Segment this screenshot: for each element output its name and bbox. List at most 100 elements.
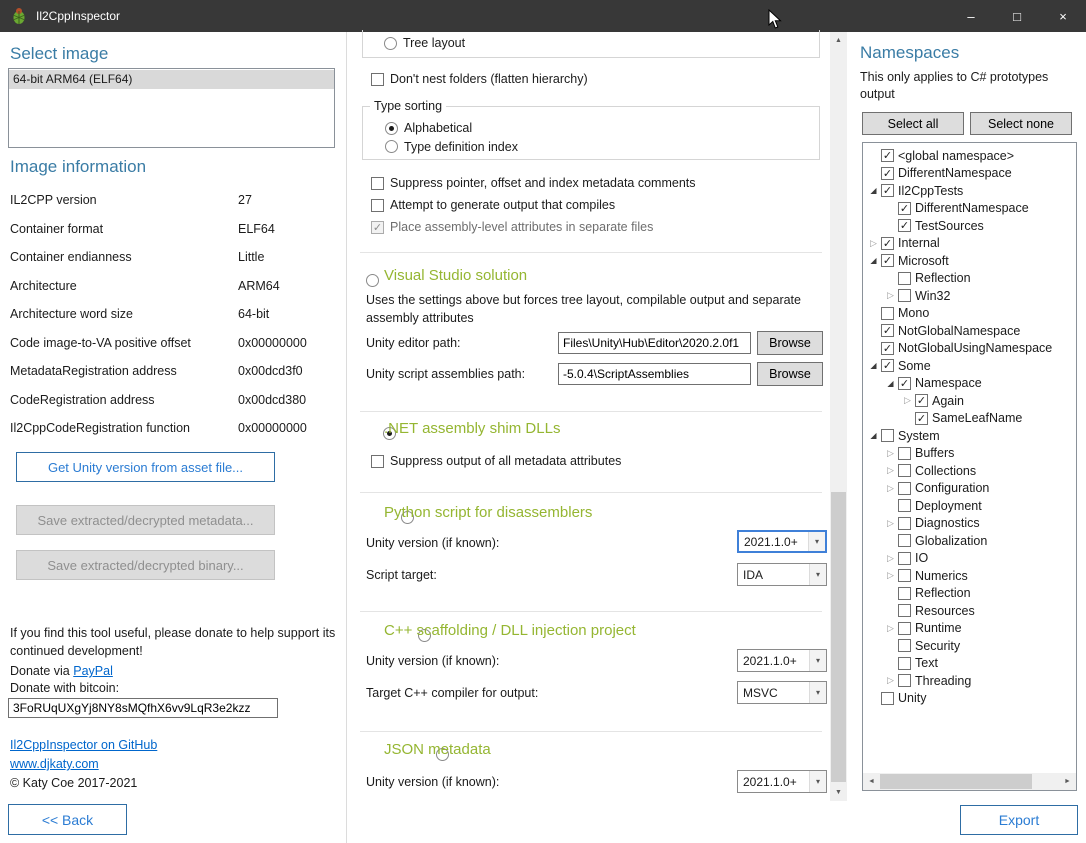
expander-collapsed-icon[interactable]: ▷ — [883, 623, 898, 634]
expander-expanded-icon[interactable]: ◢ — [866, 186, 881, 195]
radio-button[interactable] — [384, 37, 397, 50]
suppress-attributes-checkbox-option[interactable]: Suppress output of all metadata attribut… — [371, 454, 621, 468]
checkbox-option[interactable]: Suppress pointer, offset and index metad… — [371, 172, 696, 194]
cpp-unity-version-combo[interactable]: 2021.1.0+ ▾ — [737, 649, 827, 672]
tree-item[interactable]: ▷Collections — [863, 462, 1076, 480]
paypal-link[interactable]: PayPal — [73, 664, 113, 678]
radio-button[interactable] — [385, 122, 398, 135]
tree-checkbox[interactable]: ✓ — [898, 202, 911, 215]
checkbox[interactable] — [371, 73, 384, 86]
checkbox-option[interactable]: Attempt to generate output that compiles — [371, 194, 696, 216]
tree-checkbox[interactable] — [881, 692, 894, 705]
expander-expanded-icon[interactable]: ◢ — [866, 361, 881, 370]
script-target-combo[interactable]: IDA ▾ — [737, 563, 827, 586]
tree-checkbox[interactable]: ✓ — [898, 219, 911, 232]
expander-expanded-icon[interactable]: ◢ — [866, 256, 881, 265]
tree-item[interactable]: ✓<global namespace> — [863, 147, 1076, 165]
tree-item[interactable]: ◢System — [863, 427, 1076, 445]
checkbox-option[interactable]: ✓Place assembly-level attributes in sepa… — [371, 216, 696, 238]
type-sorting-radio-option[interactable]: Type definition index — [385, 138, 518, 157]
tree-checkbox[interactable] — [898, 534, 911, 547]
tree-item[interactable]: Unity — [863, 690, 1076, 708]
tree-checkbox[interactable]: ✓ — [898, 377, 911, 390]
namespace-tree[interactable]: ✓<global namespace>✓DifferentNamespace◢✓… — [862, 142, 1077, 791]
json-metadata-header[interactable]: JSON metadata — [384, 741, 491, 758]
website-link[interactable]: www.djkaty.com — [10, 757, 99, 771]
visual-studio-solution-radio[interactable] — [366, 274, 379, 287]
tree-layout-radio-option[interactable]: Tree layout — [384, 36, 465, 50]
tree-checkbox[interactable] — [898, 517, 911, 530]
close-button[interactable]: × — [1040, 0, 1086, 32]
tree-checkbox[interactable] — [898, 674, 911, 687]
tree-item[interactable]: Mono — [863, 305, 1076, 323]
tree-checkbox[interactable] — [898, 464, 911, 477]
expander-collapsed-icon[interactable]: ▷ — [883, 570, 898, 581]
flatten-hierarchy-checkbox-option[interactable]: Don't nest folders (flatten hierarchy) — [371, 72, 588, 86]
tree-item[interactable]: ▷Win32 — [863, 287, 1076, 305]
image-listbox[interactable]: 64-bit ARM64 (ELF64) — [8, 68, 335, 148]
expander-expanded-icon[interactable]: ◢ — [866, 431, 881, 440]
scroll-left-icon[interactable]: ◄ — [863, 773, 880, 790]
tree-item[interactable]: ✓NotGlobalNamespace — [863, 322, 1076, 340]
tree-checkbox[interactable] — [898, 639, 911, 652]
tree-item[interactable]: ◢✓Some — [863, 357, 1076, 375]
select-none-button[interactable]: Select none — [970, 112, 1072, 135]
browse-editor-path-button[interactable]: Browse — [757, 331, 823, 355]
expander-collapsed-icon[interactable]: ▷ — [883, 448, 898, 459]
image-list-item[interactable]: 64-bit ARM64 (ELF64) — [9, 70, 334, 89]
bitcoin-address-input[interactable] — [8, 698, 278, 718]
python-unity-version-combo[interactable]: 2021.1.0+ ▾ — [737, 530, 827, 553]
tree-checkbox[interactable] — [898, 587, 911, 600]
type-sorting-radio-option[interactable]: Alphabetical — [385, 119, 518, 138]
select-all-button[interactable]: Select all — [862, 112, 964, 135]
tree-item[interactable]: ✓DifferentNamespace — [863, 165, 1076, 183]
tree-item[interactable]: ▷✓Again — [863, 392, 1076, 410]
tree-checkbox[interactable] — [898, 289, 911, 302]
expander-collapsed-icon[interactable]: ▷ — [883, 553, 898, 564]
back-button[interactable]: << Back — [8, 804, 127, 835]
checkbox[interactable] — [371, 177, 384, 190]
tree-item[interactable]: ✓DifferentNamespace — [863, 200, 1076, 218]
expander-collapsed-icon[interactable]: ▷ — [883, 483, 898, 494]
middle-scrollbar[interactable]: ▲ ▼ — [830, 32, 847, 801]
tree-checkbox[interactable]: ✓ — [881, 359, 894, 372]
python-script-header[interactable]: Python script for disassemblers — [384, 504, 592, 521]
tree-item[interactable]: Text — [863, 655, 1076, 673]
tree-item[interactable]: Resources — [863, 602, 1076, 620]
tree-checkbox[interactable]: ✓ — [881, 342, 894, 355]
tree-horizontal-scrollbar[interactable]: ◄ ► — [863, 773, 1076, 790]
json-unity-version-combo[interactable]: 2021.1.0+ ▾ — [737, 770, 827, 793]
titlebar[interactable]: Il2CppInspector – □ × — [0, 0, 1086, 32]
tree-item[interactable]: ▷Configuration — [863, 480, 1076, 498]
github-link[interactable]: Il2CppInspector on GitHub — [10, 738, 157, 752]
browse-assemblies-path-button[interactable]: Browse — [757, 362, 823, 386]
script-assemblies-path-input[interactable] — [558, 363, 751, 385]
tree-checkbox[interactable] — [898, 622, 911, 635]
tree-item[interactable]: ◢✓Il2CppTests — [863, 182, 1076, 200]
tree-scrollbar-thumb[interactable] — [880, 774, 1032, 789]
tree-checkbox[interactable] — [881, 307, 894, 320]
tree-item[interactable]: ◢✓Microsoft — [863, 252, 1076, 270]
tree-checkbox[interactable] — [898, 604, 911, 617]
scroll-down-icon[interactable]: ▼ — [830, 784, 847, 801]
tree-item[interactable]: ◢✓Namespace — [863, 375, 1076, 393]
unity-editor-path-input[interactable] — [558, 332, 751, 354]
tree-checkbox[interactable]: ✓ — [881, 184, 894, 197]
tree-checkbox[interactable]: ✓ — [915, 412, 928, 425]
radio-button[interactable] — [385, 140, 398, 153]
tree-checkbox[interactable]: ✓ — [915, 394, 928, 407]
shim-dlls-header[interactable]: .NET assembly shim DLLs — [384, 420, 560, 437]
tree-checkbox[interactable] — [898, 272, 911, 285]
checkbox[interactable] — [371, 455, 384, 468]
cpp-compiler-combo[interactable]: MSVC ▾ — [737, 681, 827, 704]
tree-checkbox[interactable] — [898, 499, 911, 512]
tree-item[interactable]: ✓NotGlobalUsingNamespace — [863, 340, 1076, 358]
expander-collapsed-icon[interactable]: ▷ — [900, 395, 915, 406]
tree-item[interactable]: ▷Buffers — [863, 445, 1076, 463]
tree-item[interactable]: ▷Runtime — [863, 620, 1076, 638]
expander-collapsed-icon[interactable]: ▷ — [883, 675, 898, 686]
scrollbar-thumb[interactable] — [831, 492, 846, 782]
minimize-button[interactable]: – — [948, 0, 994, 32]
tree-checkbox[interactable] — [898, 447, 911, 460]
tree-checkbox[interactable]: ✓ — [881, 149, 894, 162]
